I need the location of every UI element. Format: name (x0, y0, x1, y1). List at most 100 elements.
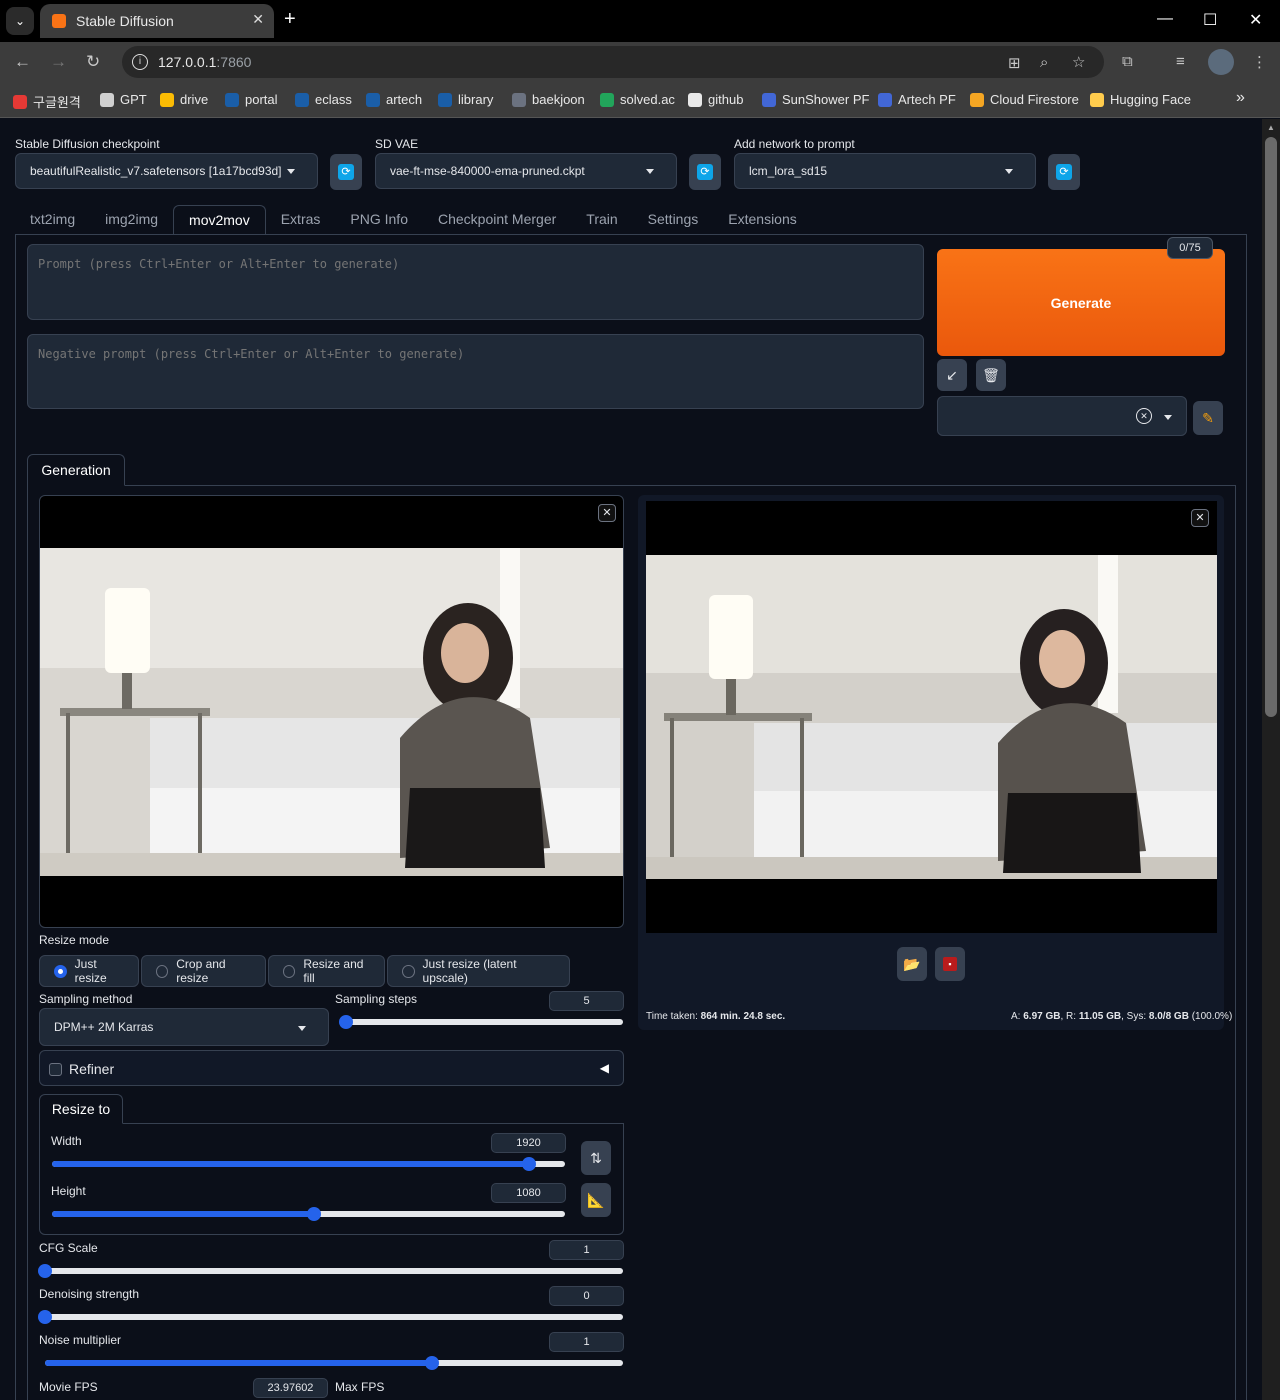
sampling-steps-input[interactable]: 5 (549, 991, 624, 1011)
browser-tab[interactable]: Stable Diffusion ✕ (40, 4, 274, 38)
output-video-panel[interactable]: ✕ (646, 501, 1217, 933)
paste-params-button[interactable]: ↙ (937, 359, 967, 391)
maximize-icon[interactable]: ☐ (1203, 10, 1217, 30)
radio-just-resize[interactable]: Just resize (39, 955, 139, 987)
bookmark-item[interactable]: baekjoon (512, 92, 585, 107)
bookmark-star-icon[interactable]: ☆ (1072, 53, 1085, 71)
save-button[interactable]: ▪ (935, 947, 965, 981)
refresh-icon: ⟳ (338, 164, 354, 180)
cfg-scale-slider[interactable] (38, 1264, 623, 1278)
tab-extras[interactable]: Extras (266, 205, 336, 235)
generate-button[interactable]: Generate (937, 249, 1225, 356)
width-slider[interactable] (52, 1157, 565, 1171)
new-tab-button[interactable]: + (284, 8, 296, 31)
close-icon[interactable]: ✕ (1191, 509, 1209, 527)
tab-txt2img[interactable]: txt2img (15, 205, 90, 235)
cfg-scale-input[interactable]: 1 (549, 1240, 624, 1260)
slider-handle[interactable] (38, 1264, 52, 1278)
width-input[interactable]: 1920 (491, 1133, 566, 1153)
edit-styles-button[interactable]: ✎ (1193, 401, 1223, 435)
main-tabs: txt2img img2img mov2mov Extras PNG Info … (15, 205, 812, 235)
bookmark-item[interactable]: Hugging Face (1090, 92, 1191, 107)
tab-png-info[interactable]: PNG Info (335, 205, 423, 235)
bookmark-item[interactable]: GPT (100, 92, 147, 107)
network-dropdown[interactable]: lcm_lora_sd15 (734, 153, 1036, 189)
generation-tab[interactable]: Generation (27, 454, 125, 486)
radio-latent-upscale[interactable]: Just resize (latent upscale) (387, 955, 570, 987)
bookmark-item[interactable]: artech (366, 92, 422, 107)
scrollbar-thumb[interactable] (1265, 137, 1277, 717)
radio-dot (156, 964, 169, 978)
site-info-icon[interactable]: i (132, 54, 148, 70)
height-input[interactable]: 1080 (491, 1183, 566, 1203)
sampling-method-dropdown[interactable]: DPM++ 2M Karras (39, 1008, 329, 1046)
translate-icon[interactable]: ⊞ (1008, 54, 1021, 72)
more-bookmarks-icon[interactable]: » (1236, 89, 1245, 107)
tab-mov2mov[interactable]: mov2mov (173, 205, 266, 235)
bookmark-item[interactable]: portal (225, 92, 278, 107)
denoising-slider[interactable] (38, 1310, 623, 1324)
input-video-panel[interactable]: ✕ (39, 495, 624, 928)
slider-handle[interactable] (338, 1015, 353, 1029)
aspect-ratio-button[interactable]: 📐 (581, 1183, 611, 1217)
prompt-input[interactable] (27, 244, 924, 320)
tab-img2img[interactable]: img2img (90, 205, 173, 235)
address-bar[interactable]: i 127.0.0.1:7860 (122, 46, 1104, 78)
checkpoint-dropdown[interactable]: beautifulRealistic_v7.safetensors [1a17b… (15, 153, 318, 189)
page-scrollbar[interactable]: ▲ (1262, 119, 1280, 1400)
bookmark-item[interactable]: solved.ac (600, 92, 675, 107)
styles-dropdown[interactable]: ✕ (937, 396, 1187, 436)
bookmark-item[interactable]: library (438, 92, 493, 107)
refiner-accordion[interactable]: Refiner ◀ (39, 1050, 624, 1086)
denoising-input[interactable]: 0 (549, 1286, 624, 1306)
tab-search-button[interactable]: ⌄ (6, 7, 34, 35)
slider-handle[interactable] (38, 1310, 52, 1324)
refresh-checkpoint-button[interactable]: ⟳ (330, 154, 362, 190)
close-icon[interactable]: ✕ (598, 504, 616, 522)
bookmark-item[interactable]: drive (160, 92, 208, 107)
tab-extensions[interactable]: Extensions (713, 205, 811, 235)
refiner-checkbox[interactable] (49, 1063, 62, 1076)
slider-handle[interactable] (306, 1207, 321, 1221)
sampling-steps-slider[interactable] (338, 1015, 623, 1029)
radio-crop-and-resize[interactable]: Crop and resize (141, 955, 266, 987)
bookmark-item[interactable]: Cloud Firestore (970, 92, 1079, 107)
profile-avatar[interactable] (1208, 49, 1234, 75)
close-window-icon[interactable]: ✕ (1249, 10, 1262, 30)
refresh-network-button[interactable]: ⟳ (1048, 154, 1080, 190)
slider-handle[interactable] (522, 1157, 537, 1171)
zoom-icon[interactable]: ⌕ (1040, 54, 1048, 71)
movie-fps-input[interactable]: 23.97602 (253, 1378, 328, 1398)
collapse-icon[interactable]: ◀ (600, 1061, 609, 1075)
clear-icon[interactable]: ✕ (1136, 408, 1152, 424)
reload-icon[interactable]: ↻ (86, 52, 100, 72)
bookmark-item[interactable]: 구글원격 (13, 92, 81, 111)
height-slider[interactable] (52, 1207, 565, 1221)
bookmark-item[interactable]: SunShower PF (762, 92, 869, 107)
swap-dimensions-button[interactable]: ⇅ (581, 1141, 611, 1175)
resize-to-tab[interactable]: Resize to (39, 1094, 123, 1124)
tab-settings[interactable]: Settings (633, 205, 714, 235)
close-tab-icon[interactable]: ✕ (252, 11, 264, 28)
noise-multiplier-slider[interactable] (45, 1356, 623, 1370)
radio-resize-and-fill[interactable]: Resize and fill (268, 955, 385, 987)
forward-icon[interactable]: → (50, 52, 67, 72)
back-icon[interactable]: ← (14, 52, 31, 72)
noise-multiplier-input[interactable]: 1 (549, 1332, 624, 1352)
clear-prompt-button[interactable]: 🗑 (976, 359, 1006, 391)
extensions-icon[interactable]: ⧉ (1122, 53, 1133, 70)
bookmark-item[interactable]: github (688, 92, 743, 107)
open-folder-button[interactable]: 📂 (897, 947, 927, 981)
tab-train[interactable]: Train (571, 205, 632, 235)
refresh-vae-button[interactable]: ⟳ (689, 154, 721, 190)
scroll-up-icon[interactable]: ▲ (1267, 123, 1275, 132)
bookmark-item[interactable]: eclass (295, 92, 352, 107)
menu-icon[interactable]: ⋮ (1252, 53, 1267, 71)
tab-checkpoint-merger[interactable]: Checkpoint Merger (423, 205, 571, 235)
minimize-icon[interactable]: — (1157, 10, 1173, 28)
slider-handle[interactable] (425, 1356, 440, 1370)
negative-prompt-input[interactable] (27, 334, 924, 409)
vae-dropdown[interactable]: vae-ft-mse-840000-ema-pruned.ckpt (375, 153, 677, 189)
bookmark-item[interactable]: Artech PF (878, 92, 956, 107)
media-icon[interactable]: ≡ (1176, 53, 1185, 70)
